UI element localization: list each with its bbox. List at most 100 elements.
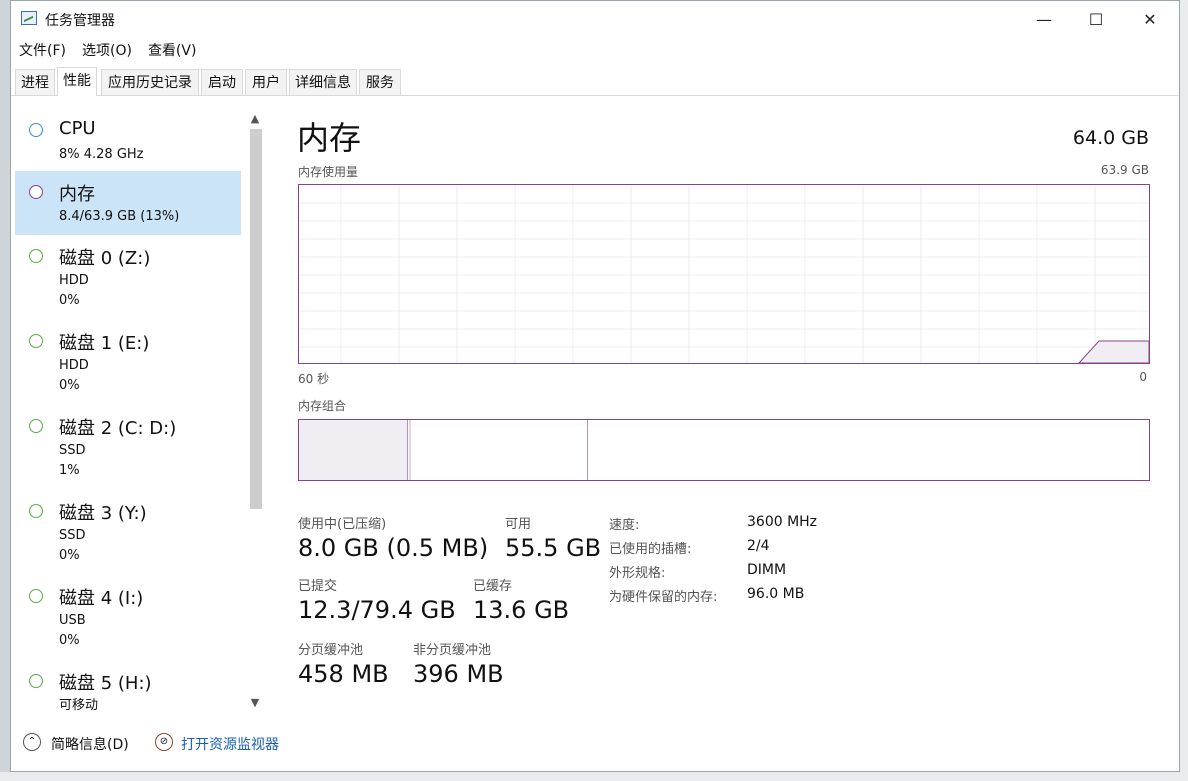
disk-indicator-icon <box>29 504 43 518</box>
paged-pool-value: 458 MB <box>298 660 389 688</box>
tab-performance[interactable]: 性能 <box>57 67 97 96</box>
slots-label: 已使用的插槽: <box>609 542 692 557</box>
hardware-reserved-value: 96.0 MB <box>747 586 805 602</box>
slots-value: 2/4 <box>747 538 770 554</box>
usage-graph-label: 内存使用量 <box>298 165 359 179</box>
sidebar-item-label: CPU <box>59 118 96 139</box>
composition-modified <box>409 420 411 480</box>
sidebar-item-label: 磁盘 3 (Y:) <box>59 503 147 524</box>
sidebar-item-label: 磁盘 4 (I:) <box>59 588 144 609</box>
tab-services[interactable]: 服务 <box>359 69 401 95</box>
sidebar-item-detail: 8.4/63.9 GB (13%) <box>59 209 180 224</box>
resource-monitor-icon: ⊘ <box>155 733 173 751</box>
sidebar-item-disk1[interactable]: 磁盘 1 (E:) HDD 0% <box>15 320 241 404</box>
cached-label: 已缓存 <box>473 579 513 594</box>
graph-axis-right: 0 <box>1139 370 1147 384</box>
sidebar-item-type: USB <box>59 613 86 628</box>
maximize-button[interactable]: ☐ <box>1073 1 1119 37</box>
tab-processes[interactable]: 进程 <box>15 69 55 95</box>
menu-file[interactable]: 文件(F) <box>11 39 74 63</box>
in-use-value: 8.0 GB (0.5 MB) <box>298 534 489 562</box>
scroll-down-icon[interactable]: ▼ <box>247 695 263 711</box>
sidebar-item-label: 磁盘 0 (Z:) <box>59 248 151 269</box>
sidebar-item-detail: 8% 4.28 GHz <box>59 147 144 162</box>
disk-indicator-icon <box>29 249 43 263</box>
tab-bar: 进程 性能 应用历史记录 启动 用户 详细信息 服务 <box>11 67 1179 96</box>
disk-indicator-icon <box>29 589 43 603</box>
fewer-details-button[interactable]: 简略信息(D) <box>51 734 129 754</box>
task-manager-window: 任务管理器 — ☐ ✕ 文件(F) 选项(O) 查看(V) 进程 性能 应用历史… <box>10 0 1180 772</box>
memory-usage-graph <box>298 184 1150 364</box>
task-manager-icon <box>21 11 37 25</box>
menu-view[interactable]: 查看(V) <box>140 39 205 63</box>
sidebar-item-type: SSD <box>59 528 86 543</box>
sidebar-item-usage: 0% <box>59 548 80 563</box>
speed-value: 3600 MHz <box>747 514 818 530</box>
disk-indicator-icon <box>29 674 43 688</box>
sidebar-item-cpu[interactable]: CPU 8% 4.28 GHz <box>15 109 241 173</box>
graph-axis-left: 60 秒 <box>298 372 330 386</box>
sidebar-item-disk4[interactable]: 磁盘 4 (I:) USB 0% <box>15 575 241 659</box>
sidebar-item-usage: 0% <box>59 378 80 393</box>
tab-details[interactable]: 详细信息 <box>289 69 357 95</box>
paged-pool-label: 分页缓冲池 <box>298 643 364 658</box>
speed-label: 速度: <box>609 518 640 533</box>
usage-graph-max: 63.9 GB <box>1100 163 1149 177</box>
tab-users[interactable]: 用户 <box>245 69 287 95</box>
memory-usage-chart <box>299 185 1149 363</box>
sidebar-item-type: SSD <box>59 443 86 458</box>
performance-sidebar: CPU 8% 4.28 GHz 内存 8.4/63.9 GB (13%) 磁盘 … <box>15 105 241 713</box>
window-title: 任务管理器 <box>45 13 115 29</box>
menu-bar: 文件(F) 选项(O) 查看(V) <box>11 39 204 63</box>
sidebar-item-label: 磁盘 2 (C: D:) <box>59 418 177 439</box>
close-button[interactable]: ✕ <box>1127 1 1173 37</box>
sidebar-item-type: HDD <box>59 358 89 373</box>
memory-indicator-icon <box>29 185 43 199</box>
committed-label: 已提交 <box>298 579 338 594</box>
taskbar-background <box>0 772 1188 781</box>
sidebar-item-disk5[interactable]: 磁盘 5 (H:) 可移动 <box>15 660 241 713</box>
graph-grid <box>299 185 1149 363</box>
tab-app-history[interactable]: 应用历史记录 <box>101 69 199 95</box>
available-label: 可用 <box>505 517 532 532</box>
available-value: 55.5 GB <box>505 534 602 562</box>
sidebar-item-usage: 0% <box>59 293 80 308</box>
sidebar-item-type: 可移动 <box>59 698 99 713</box>
scroll-up-icon[interactable]: ▲ <box>247 111 263 127</box>
chevron-up-icon[interactable]: ⌃ <box>23 733 41 751</box>
disk-indicator-icon <box>29 334 43 348</box>
scrollbar-thumb[interactable] <box>250 129 262 509</box>
sidebar-item-label: 磁盘 5 (H:) <box>59 673 152 694</box>
hardware-reserved-label: 为硬件保留的内存: <box>609 590 718 605</box>
sidebar-item-type: HDD <box>59 273 89 288</box>
sidebar-item-disk3[interactable]: 磁盘 3 (Y:) SSD 0% <box>15 490 241 574</box>
sidebar-item-usage: 1% <box>59 463 80 478</box>
open-resource-monitor-link[interactable]: 打开资源监视器 <box>181 734 279 754</box>
memory-composition-bar <box>298 419 1150 481</box>
composition-in-use <box>299 420 408 480</box>
nonpaged-pool-label: 非分页缓冲池 <box>413 643 492 658</box>
page-title: 内存 <box>297 119 362 157</box>
committed-value: 12.3/79.4 GB <box>298 596 456 624</box>
memory-usage-area <box>1078 340 1149 363</box>
sidebar-item-label: 内存 <box>59 184 95 205</box>
minimize-button[interactable]: — <box>1021 1 1067 37</box>
form-factor-label: 外形规格: <box>609 566 666 581</box>
sidebar-item-disk2[interactable]: 磁盘 2 (C: D:) SSD 1% <box>15 405 241 489</box>
menu-options[interactable]: 选项(O) <box>74 39 140 63</box>
composition-label: 内存组合 <box>298 399 347 413</box>
cached-value: 13.6 GB <box>473 596 570 624</box>
sidebar-item-memory[interactable]: 内存 8.4/63.9 GB (13%) <box>15 171 241 235</box>
nonpaged-pool-value: 396 MB <box>413 660 504 688</box>
sidebar-item-disk0[interactable]: 磁盘 0 (Z:) HDD 0% <box>15 235 241 319</box>
in-use-label: 使用中(已压缩) <box>298 517 387 532</box>
disk-indicator-icon <box>29 419 43 433</box>
composition-standby-divider <box>587 420 588 480</box>
desktop-background <box>1180 0 1188 781</box>
tab-startup[interactable]: 启动 <box>201 69 243 95</box>
memory-total: 64.0 GB <box>1072 127 1149 149</box>
form-factor-value: DIMM <box>747 562 787 578</box>
sidebar-item-label: 磁盘 1 (E:) <box>59 333 150 354</box>
title-bar: 任务管理器 — ☐ ✕ <box>11 1 1179 37</box>
sidebar-item-usage: 0% <box>59 633 80 648</box>
